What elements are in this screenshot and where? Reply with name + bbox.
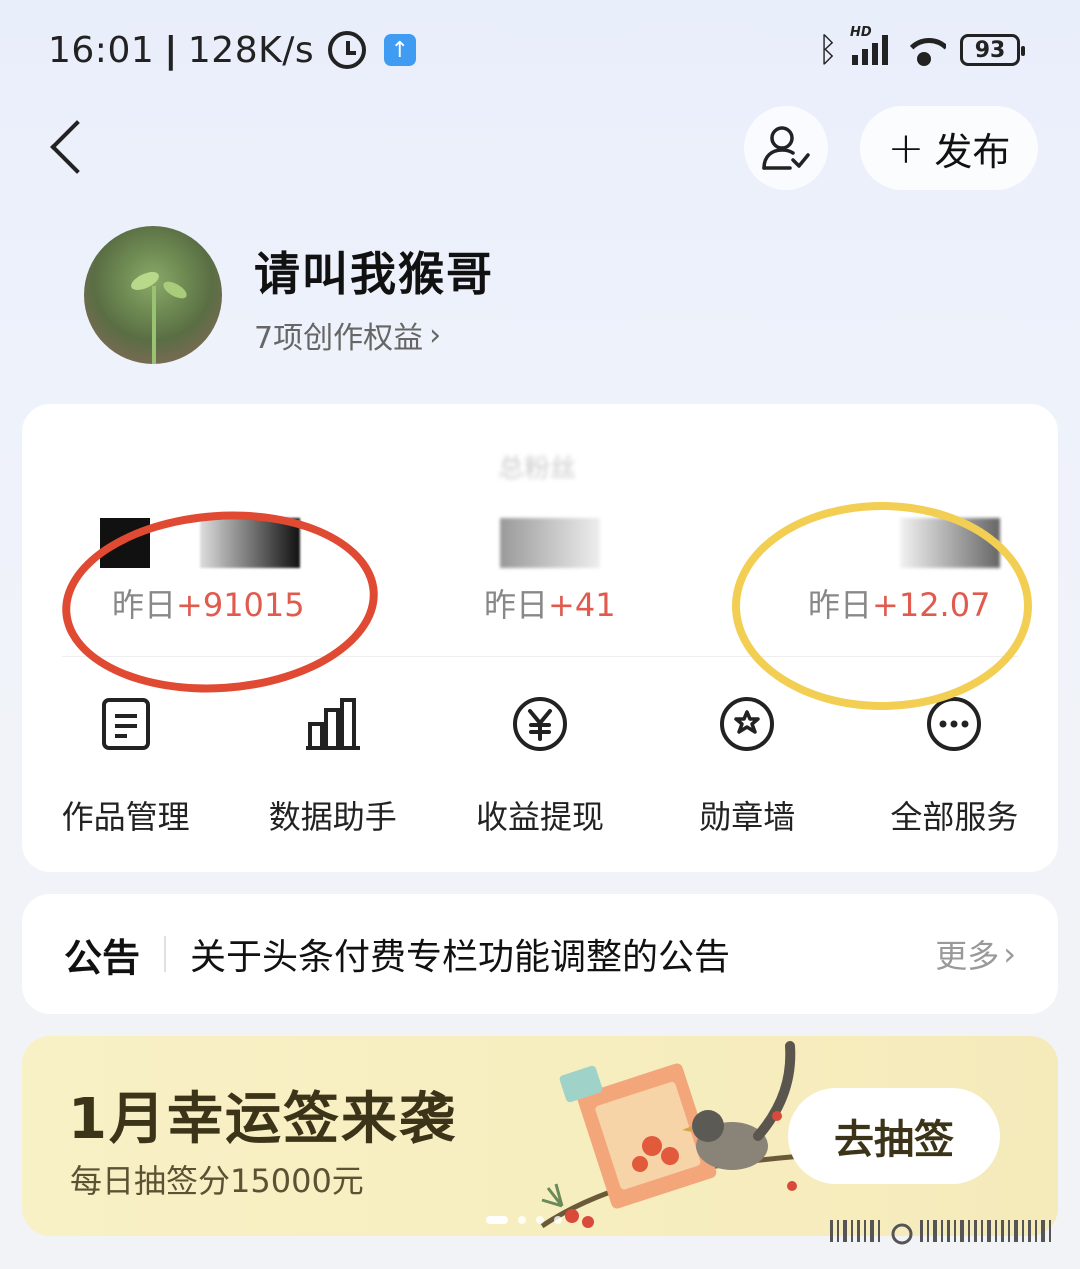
notice-more-link[interactable]: 更多 › xyxy=(935,931,1016,977)
service-label: 作品管理 xyxy=(61,798,190,836)
carousel-dot xyxy=(554,1216,562,1224)
service-earnings-withdraw[interactable]: 收益提现 xyxy=(436,694,643,838)
publish-label: 发布 xyxy=(934,129,1011,174)
yellow-circle-annotation xyxy=(732,502,1032,710)
carousel-dot xyxy=(518,1216,526,1224)
chevron-right-icon: › xyxy=(1003,935,1016,973)
signal-icon: HD xyxy=(850,25,888,65)
bar-chart-icon xyxy=(303,694,363,754)
service-all-services[interactable]: 全部服务 xyxy=(851,694,1058,838)
status-separator: | xyxy=(164,29,178,71)
carousel-dots xyxy=(486,1216,562,1224)
bluetooth-icon: ᛒ xyxy=(817,30,838,70)
creator-rights-link[interactable]: 7项创作权益 › xyxy=(254,313,441,357)
battery-icon: 93 xyxy=(960,34,1025,66)
banner-title: 1月幸运签来袭 xyxy=(68,1087,457,1152)
wifi-icon xyxy=(902,34,946,66)
lucky-draw-banner[interactable]: 1月幸运签来袭 每日抽签分15000元 去抽签 xyxy=(22,1036,1058,1236)
status-left: 16:01 | 128K/s ↑ xyxy=(48,29,417,71)
creator-rights-label: 7项创作权益 xyxy=(254,321,424,356)
upload-icon: ↑ xyxy=(384,34,417,66)
notice-divider xyxy=(164,936,167,972)
network-speed: 128K/s xyxy=(187,29,315,71)
document-icon xyxy=(96,694,156,754)
plus-icon: + xyxy=(887,122,925,174)
stat-yesterday: 昨日+41 xyxy=(484,580,616,626)
stat-label: 总粉丝 xyxy=(498,454,577,484)
service-label: 收益提现 xyxy=(476,798,605,836)
service-label: 全部服务 xyxy=(890,798,1019,836)
notice-title: 公告 xyxy=(64,935,141,980)
status-time: 16:01 xyxy=(48,29,155,71)
service-badge-wall[interactable]: 勋章墙 xyxy=(644,694,851,838)
carousel-dot xyxy=(486,1216,508,1224)
battery-level: 93 xyxy=(974,37,1006,63)
service-data-assistant[interactable]: 数据助手 xyxy=(229,694,436,838)
notice-text[interactable]: 关于头条付费专栏功能调整的公告 xyxy=(190,928,935,980)
banner-subtitle: 每日抽签分15000元 xyxy=(70,1162,364,1200)
back-icon[interactable] xyxy=(44,118,104,178)
barcode-watermark xyxy=(830,1220,1051,1245)
service-works-management[interactable]: 作品管理 xyxy=(22,694,229,838)
notice-card[interactable]: 公告 关于头条付费专栏功能调整的公告 更多 › xyxy=(22,894,1058,1014)
alarm-icon xyxy=(328,31,367,69)
avatar[interactable] xyxy=(84,226,222,364)
user-check-button[interactable] xyxy=(744,106,828,190)
draw-lot-button[interactable]: 去抽签 xyxy=(788,1088,1000,1184)
carousel-dot xyxy=(536,1216,544,1224)
signal-hd-badge: HD xyxy=(850,25,872,40)
yuan-icon xyxy=(510,694,570,754)
notice-more-label: 更多 xyxy=(935,937,1000,975)
profile-name: 请叫我猴哥 xyxy=(254,247,494,301)
badge-icon xyxy=(717,694,777,754)
service-grid: 作品管理 数据助手 收益提现 勋章墙 全部服务 xyxy=(22,694,1058,838)
user-check-icon xyxy=(762,126,810,170)
status-right: ᛒ HD 93 xyxy=(817,25,1025,70)
stat-value-redacted[interactable] xyxy=(500,518,600,568)
service-label: 数据助手 xyxy=(268,798,397,836)
status-bar: 16:01 | 128K/s ↑ ᛒ HD 93 xyxy=(48,22,1025,78)
service-label: 勋章墙 xyxy=(699,798,796,836)
publish-button[interactable]: + 发布 xyxy=(860,106,1038,190)
yesterday-prefix: 昨日 xyxy=(484,586,549,624)
chevron-right-icon: › xyxy=(429,317,442,353)
yesterday-delta: +41 xyxy=(548,586,616,624)
